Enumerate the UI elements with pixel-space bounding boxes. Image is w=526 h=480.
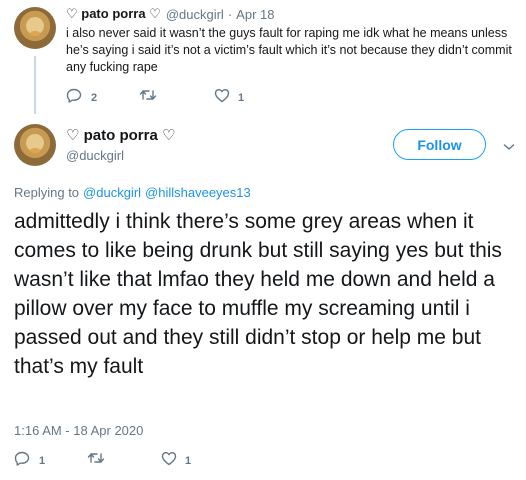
main-like-count: 1: [185, 455, 192, 467]
replying-to-label: Replying to: [14, 185, 80, 200]
main-reply-count: 1: [39, 455, 46, 467]
parent-like-count: 1: [238, 92, 245, 104]
reply-icon[interactable]: [66, 88, 82, 108]
main-handle[interactable]: @duckgirl: [66, 148, 124, 163]
thread-line: [34, 56, 36, 114]
parent-header: ♡ pato porra ♡ @duckgirl · Apr 18: [66, 6, 274, 22]
like-icon[interactable]: [161, 451, 177, 471]
retweet-icon[interactable]: [139, 88, 157, 107]
retweet-icon[interactable]: [87, 451, 105, 470]
parent-tweet-text: i also never said it wasn’t the guys fau…: [66, 26, 512, 74]
parent-display-name[interactable]: ♡ pato porra ♡: [66, 6, 161, 22]
main-display-name[interactable]: ♡ pato porra ♡: [66, 126, 175, 144]
follow-button[interactable]: Follow: [393, 129, 486, 160]
parent-actions: 2: [66, 88, 97, 108]
reply-icon[interactable]: [14, 451, 30, 471]
main-like-group: 1: [161, 451, 191, 471]
chevron-down-icon[interactable]: [503, 139, 515, 157]
parent-date[interactable]: Apr 18: [236, 7, 274, 22]
replying-to: Replying to @duckgirl @hillshaveeyes13: [14, 185, 251, 200]
parent-avatar[interactable]: [14, 7, 56, 49]
replying-to-user-1[interactable]: @duckgirl: [83, 185, 141, 200]
replying-to-user-2[interactable]: @hillshaveeyes13: [145, 185, 251, 200]
main-actions: 1: [14, 451, 45, 471]
main-tweet-text: admittedly i think there’s some grey are…: [14, 210, 502, 378]
parent-reply-count: 2: [91, 92, 98, 104]
parent-like-group: 1: [214, 88, 244, 108]
parent-separator: ·: [227, 6, 233, 22]
main-timestamp[interactable]: 1:16 AM - 18 Apr 2020: [14, 423, 143, 438]
main-avatar[interactable]: [14, 124, 56, 166]
parent-handle[interactable]: @duckgirl: [166, 7, 224, 22]
like-icon[interactable]: [214, 88, 230, 108]
